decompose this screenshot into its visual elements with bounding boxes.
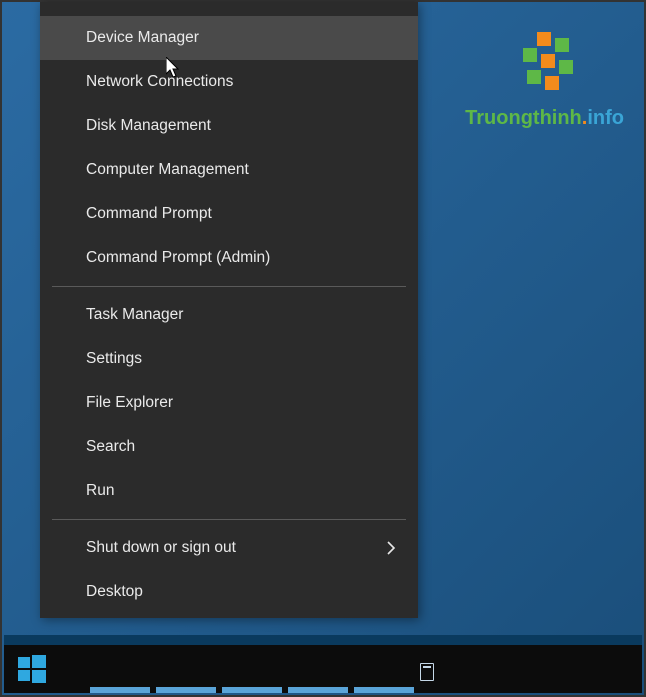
menu-item-label: Search [86,438,135,456]
taskbar-app-stub[interactable] [288,687,348,693]
menu-separator [52,286,406,287]
menu-item-shutdown-signout[interactable]: Shut down or sign out [40,526,418,570]
menu-item-command-prompt-admin[interactable]: Command Prompt (Admin) [40,236,418,280]
chevron-right-icon [384,541,398,555]
watermark-part4: info [587,107,624,129]
menu-item-disk-management[interactable]: Disk Management [40,104,418,148]
menu-item-label: Network Connections [86,73,233,91]
taskbar-app-stub[interactable] [90,687,150,693]
watermark-part2: thinh [533,107,582,129]
menu-separator [52,519,406,520]
menu-item-label: Computer Management [86,161,249,179]
menu-item-task-manager[interactable]: Task Manager [40,293,418,337]
menu-item-label: Desktop [86,583,143,601]
site-watermark: Truongthinh.info [465,32,624,130]
menu-item-label: File Explorer [86,394,173,412]
menu-item-command-prompt[interactable]: Command Prompt [40,192,418,236]
taskbar-pinned-apps [90,687,414,693]
menu-item-label: Command Prompt [86,205,212,223]
taskbar-app-stub[interactable] [222,687,282,693]
menu-item-system[interactable]: System [40,2,418,16]
menu-item-label: Task Manager [86,306,183,324]
menu-item-run[interactable]: Run [40,469,418,513]
menu-item-label: Device Manager [86,29,199,47]
taskbar [4,645,642,693]
taskbar-app-stub[interactable] [156,687,216,693]
start-button[interactable] [18,655,46,683]
taskbar-document-icon[interactable] [420,663,434,681]
desktop-background: Truongthinh.info System Device Manager N… [2,2,644,695]
watermark-text: Truongthinh.info [465,107,624,130]
menu-item-desktop[interactable]: Desktop [40,570,418,614]
menu-item-label: Shut down or sign out [86,539,236,557]
menu-item-label: Run [86,482,114,500]
menu-item-search[interactable]: Search [40,425,418,469]
menu-item-network-connections[interactable]: Network Connections [40,60,418,104]
watermark-part1: Truong [465,107,533,129]
taskbar-app-stub[interactable] [354,687,414,693]
menu-item-file-explorer[interactable]: File Explorer [40,381,418,425]
menu-item-settings[interactable]: Settings [40,337,418,381]
menu-item-label: Disk Management [86,117,211,135]
watermark-logo-icon [513,32,577,94]
menu-item-computer-management[interactable]: Computer Management [40,148,418,192]
winx-context-menu: System Device Manager Network Connection… [40,2,418,618]
menu-item-device-manager[interactable]: Device Manager [40,16,418,60]
menu-item-label: Settings [86,350,142,368]
menu-item-label: Command Prompt (Admin) [86,249,270,267]
